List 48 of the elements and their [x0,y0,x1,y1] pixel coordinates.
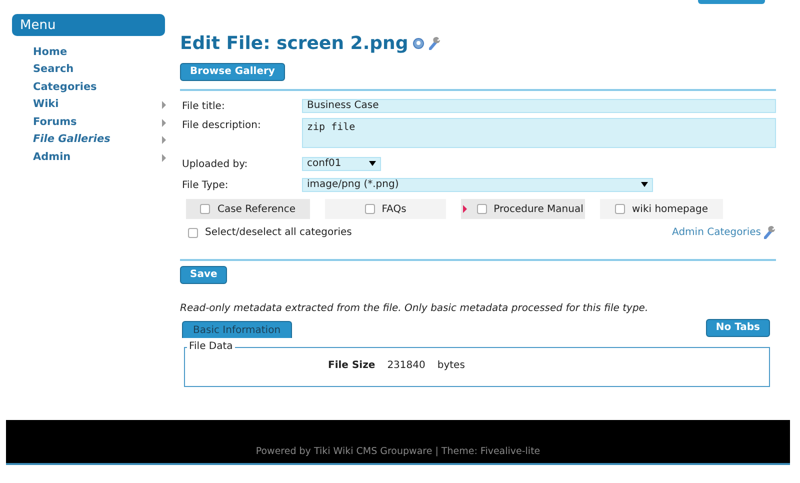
category-label: Case Reference [217,202,296,216]
checkbox[interactable] [476,204,487,214]
category-option[interactable]: Case Reference [186,199,310,219]
category-option[interactable]: FAQs [325,199,446,219]
menu-item[interactable]: Categories [33,80,97,96]
dropdown-arrow-icon[interactable] [369,160,376,166]
category-option[interactable]: wiki homepage [600,199,723,219]
category-label: FAQs [382,202,406,216]
page-title: Edit File: screen 2.png [180,32,408,56]
admin-categories-link[interactable]: Admin Categories [672,225,761,240]
checkbox[interactable] [188,228,198,238]
dropdown-arrow-icon[interactable] [641,182,648,187]
wrench-icon[interactable] [764,226,776,239]
description-field[interactable]: zip file [302,118,776,148]
checkbox[interactable] [614,204,625,214]
expand-arrow-icon[interactable] [462,205,467,213]
text-field[interactable]: Business Case [302,99,776,113]
dropdown-field[interactable]: image/png (*.png) [302,178,653,192]
field-label: File title: [181,100,226,114]
menu-item[interactable]: Search [33,62,74,78]
menu-item[interactable]: Home [33,44,68,61]
category-label: wiki homepage [632,202,708,216]
unit-label: bytes [437,359,465,373]
tab[interactable]: Basic Information [182,321,292,338]
menu-header: Menu [12,14,165,36]
dropdown-field[interactable]: conf01 [302,157,381,171]
select-all-label: Select/deselect all categories [205,226,352,240]
browse-gallery-button[interactable]: Browse Gallery [180,63,285,81]
save-button[interactable]: Save [180,266,228,284]
field-value: 231840 [387,359,426,373]
checkbox[interactable] [200,204,210,214]
field-label: Uploaded by: [181,158,249,172]
footer-link[interactable]: Tiki Wiki CMS Groupware [314,446,432,457]
field-label: File Type: [181,179,230,193]
footer-text: Powered by Tiki Wiki CMS Groupware | Theme: Fivealive-lite [256,444,540,459]
no-tabs-button[interactable]: No Tabs [706,319,770,337]
wrench-icon[interactable] [429,37,442,50]
help-icon[interactable] [413,38,424,49]
metadata-note: Read-only metadata extracted from the file. Only basic metadata processed for this file type. [180,302,650,316]
checkbox[interactable] [364,204,375,214]
category-option[interactable]: Procedure Manual [461,199,585,219]
menu-item[interactable]: Admin [33,150,71,166]
menu-item[interactable]: File Galleries [33,132,110,148]
menu-item[interactable]: Wiki [33,97,59,114]
field-label: File description: [181,119,262,133]
category-label: Procedure Manual [494,202,584,216]
menu-item[interactable]: Forums [33,114,77,131]
field-label: File Size [328,359,376,373]
